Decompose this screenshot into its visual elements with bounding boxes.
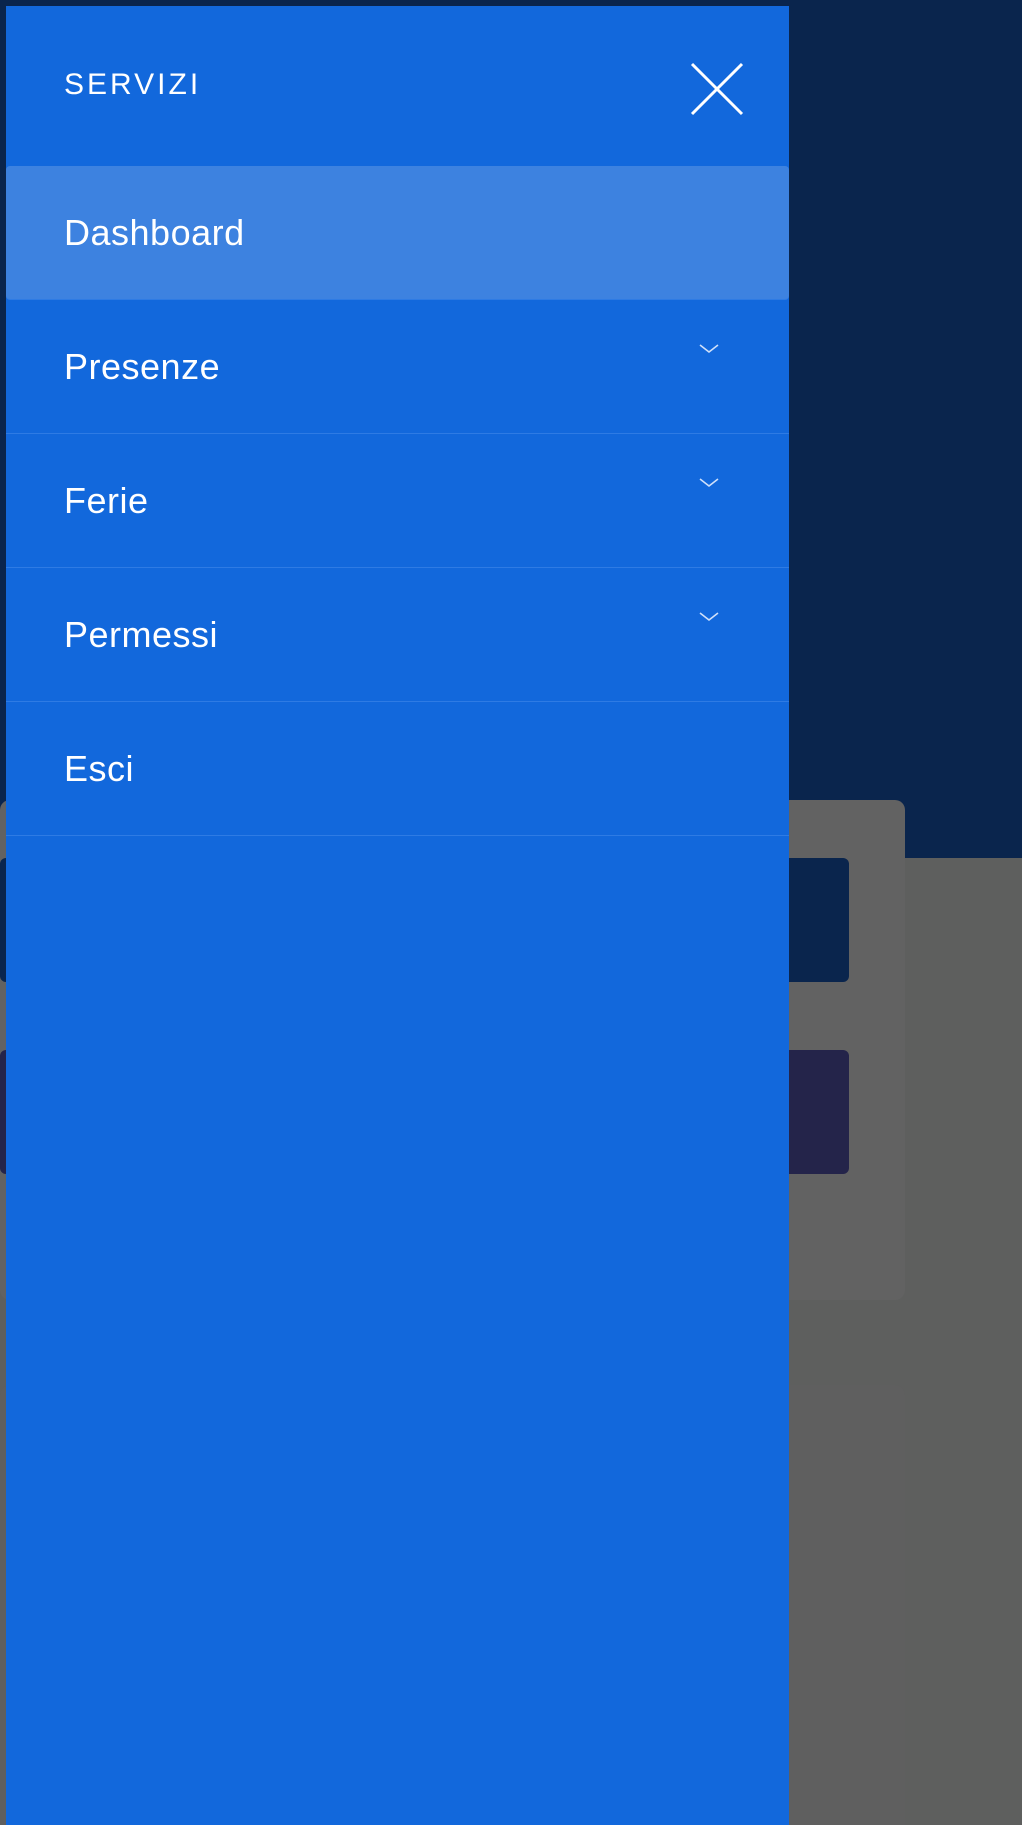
- menu-item-label: Presenze: [64, 345, 221, 387]
- chevron-down-icon[interactable]: [696, 608, 722, 624]
- menu-item-dashboard[interactable]: Dashboard: [6, 166, 789, 300]
- drawer-header: SERVIZI: [6, 6, 789, 166]
- close-button[interactable]: [688, 60, 746, 118]
- drawer-title: SERVIZI: [64, 68, 202, 101]
- menu-item-ferie[interactable]: Ferie: [6, 434, 789, 568]
- navigation-drawer: SERVIZI Dashboard Presenze Ferie Permess…: [6, 6, 789, 1825]
- drawer-menu: Dashboard Presenze Ferie Permessi Esci: [6, 166, 789, 836]
- menu-item-label: Dashboard: [64, 211, 245, 253]
- close-icon: [690, 62, 744, 116]
- chevron-down-icon[interactable]: [696, 474, 722, 490]
- menu-item-label: Ferie: [64, 479, 149, 521]
- chevron-down-icon[interactable]: [696, 340, 722, 356]
- menu-item-presenze[interactable]: Presenze: [6, 300, 789, 434]
- menu-item-permessi[interactable]: Permessi: [6, 568, 789, 702]
- menu-item-label: Esci: [64, 747, 135, 789]
- menu-item-esci[interactable]: Esci: [6, 702, 789, 836]
- menu-item-label: Permessi: [64, 613, 219, 655]
